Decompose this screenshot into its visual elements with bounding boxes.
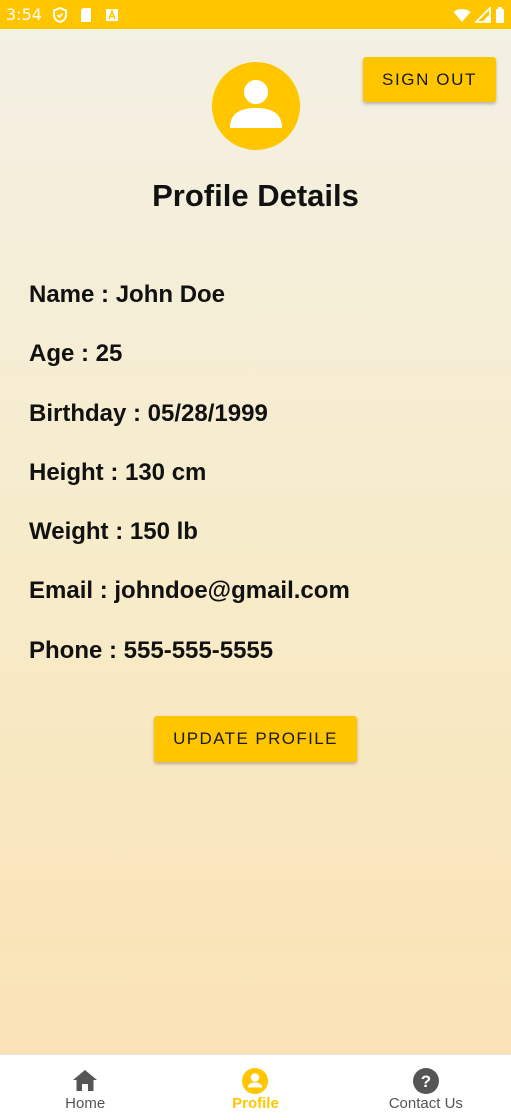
height-field: Height : 130 cm [29,458,207,486]
birthday-field: Birthday : 05/28/1999 [29,399,268,427]
battery-icon [496,6,504,23]
person-icon [230,80,282,128]
sign-out-button[interactable]: SIGN OUT [363,57,496,102]
name-field: Name : John Doe [29,281,226,308]
profile-details-list: Name : John Doe Age : 25 Birthday : 05/2… [29,281,350,696]
page-title: Profile Details [152,178,359,213]
weight-field: Weight : 150 lb [29,518,198,546]
profile-screen: SIGN OUT Profile Details Name : John Doe… [0,29,511,1054]
phone-field: Phone : 555-555-5555 [29,636,274,664]
status-time: 3:54 [6,5,42,24]
nav-item-contact-us[interactable]: ? Contact Us [341,1055,511,1120]
account-circle-icon [242,1068,269,1094]
age-field: Age : 25 [29,340,123,368]
home-icon [73,1070,98,1091]
nav-item-home[interactable]: Home [0,1055,170,1120]
nav-label-profile: Profile [232,1095,279,1112]
account-circle-icon [212,62,300,150]
a-badge-icon [105,8,118,21]
sd-card-icon [80,7,91,22]
update-profile-button[interactable]: UPDATE PROFILE [154,716,357,762]
help-circle-icon: ? [412,1068,439,1094]
bottom-navigation: Home Profile ? Contact Us [0,1054,511,1120]
nav-label-contact-us: Contact Us [388,1095,463,1112]
nav-label-home: Home [65,1095,106,1112]
wifi-icon [453,8,471,22]
email-field: Email : johndoe@gmail.com [29,577,350,605]
status-bar: 3:54 [0,0,511,29]
svg-text:?: ? [421,1072,431,1091]
shield-icon [52,6,67,23]
nav-item-profile[interactable]: Profile [170,1055,340,1120]
signal-icon [475,6,491,23]
